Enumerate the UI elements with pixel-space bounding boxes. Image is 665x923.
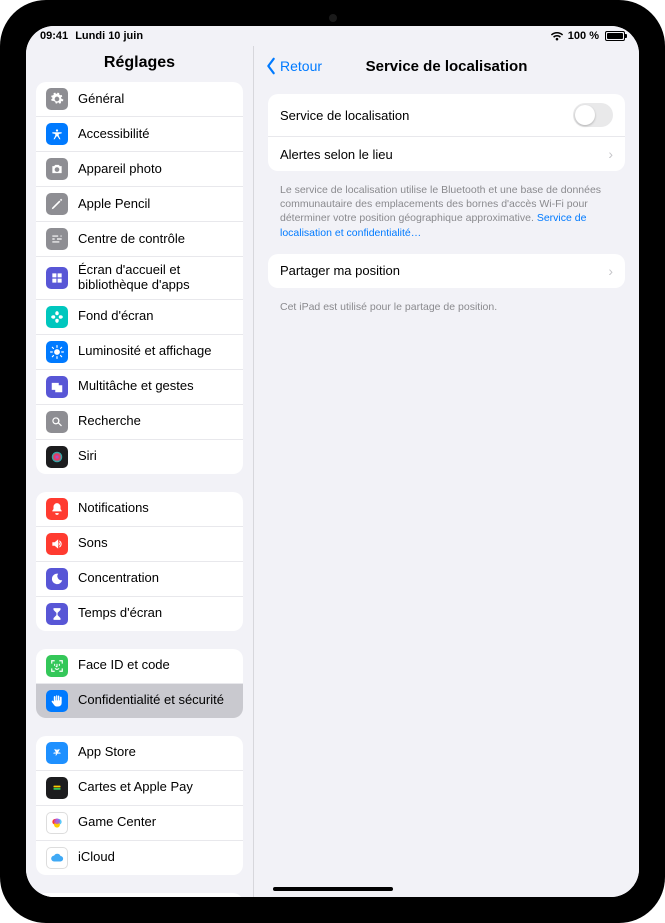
sidebar-item-label: Siri: [78, 449, 233, 464]
sidebar-item-label: Recherche: [78, 414, 233, 429]
sidebar-group: App Store Cartes et Apple Pay Game Center i…: [36, 736, 243, 875]
status-date: Lundi 10 juin: [75, 30, 143, 42]
sidebar-item-siri[interactable]: Siri: [36, 440, 243, 474]
sun-icon: [46, 341, 68, 363]
squares-icon: [46, 376, 68, 398]
sidebar-item-cartes-et-apple-pay[interactable]: Cartes et Apple Pay: [36, 771, 243, 806]
sidebar-item-game-center[interactable]: Game Center: [36, 806, 243, 841]
chevron-right-icon: ›: [608, 146, 613, 162]
location-alerts-label: Alertes selon le lieu: [280, 147, 602, 162]
content-panel: Retour Service de localisation Service d…: [254, 46, 639, 897]
sidebar-item-label: App Store: [78, 745, 233, 760]
flower-icon: [46, 306, 68, 328]
sidebar-title: Réglages: [26, 46, 253, 82]
sidebar-group: Notifications Sons Concentration Temps d'éc…: [36, 492, 243, 631]
sidebar-item-apple-pencil[interactable]: Apple Pencil: [36, 187, 243, 222]
sidebar-item-label: Face ID et code: [78, 658, 233, 673]
grid-icon: [46, 267, 68, 289]
camera-icon: [46, 158, 68, 180]
wallet-icon: [46, 777, 68, 799]
share-location-row[interactable]: Partager ma position ›: [268, 254, 625, 288]
faceid-icon: [46, 655, 68, 677]
sidebar-item-label: Notifications: [78, 501, 233, 516]
sidebar-item-recherche[interactable]: Recherche: [36, 405, 243, 440]
speaker-icon: [46, 533, 68, 555]
chevron-left-icon: [264, 57, 278, 75]
share-location-footer: Cet iPad est utilisé pour le partage de …: [268, 296, 625, 328]
sidebar-item-confidentialite-et-securite[interactable]: Confidentialité et sécurité: [36, 684, 243, 718]
settings-sidebar: Réglages Général Accessibilité Appareil ph…: [26, 46, 254, 897]
content-navbar: Retour Service de localisation: [254, 46, 639, 86]
accessibility-icon: [46, 123, 68, 145]
sidebar-item-label: Concentration: [78, 571, 233, 586]
sidebar-group: Apps: [36, 893, 243, 897]
gamecenter-icon: [46, 812, 68, 834]
sidebar-item-sons[interactable]: Sons: [36, 527, 243, 562]
sidebar-item-label: Luminosité et affichage: [78, 344, 233, 359]
cloud-icon: [46, 847, 68, 869]
status-time: 09:41: [40, 30, 68, 42]
sidebar-item-label: Temps d'écran: [78, 606, 233, 621]
moon-icon: [46, 568, 68, 590]
wifi-icon: [550, 31, 564, 42]
sidebar-item-label: Général: [78, 92, 233, 107]
share-location-group: Partager ma position ›: [268, 254, 625, 288]
location-alerts-row[interactable]: Alertes selon le lieu ›: [268, 137, 625, 171]
sidebar-group: Face ID et code Confidentialité et sécuri…: [36, 649, 243, 718]
appstore-icon: [46, 742, 68, 764]
sidebar-item-label: Appareil photo: [78, 162, 233, 177]
hand-icon: [46, 690, 68, 712]
sidebar-item-luminosite-et-affichage[interactable]: Luminosité et affichage: [36, 335, 243, 370]
sidebar-item-label: Multitâche et gestes: [78, 379, 233, 394]
sidebar-item-appareil-photo[interactable]: Appareil photo: [36, 152, 243, 187]
sidebar-item-label: Game Center: [78, 815, 233, 830]
sidebar-item-label: Cartes et Apple Pay: [78, 780, 233, 795]
hourglass-icon: [46, 603, 68, 625]
sidebar-item-label: Écran d'accueil et bibliothèque d'apps: [78, 263, 233, 293]
sidebar-item-face-id-et-code[interactable]: Face ID et code: [36, 649, 243, 684]
sidebar-item-concentration[interactable]: Concentration: [36, 562, 243, 597]
status-bar: 09:41 Lundi 10 juin 100 %: [26, 26, 639, 46]
sidebar-item-temps-decran[interactable]: Temps d'écran: [36, 597, 243, 631]
sidebar-item-multitache-et-gestes[interactable]: Multitâche et gestes: [36, 370, 243, 405]
sidebar-item-centre-de-controle[interactable]: Centre de contrôle: [36, 222, 243, 257]
sidebar-group: Général Accessibilité Appareil photo Apple …: [36, 82, 243, 474]
battery-icon: [603, 31, 625, 41]
location-services-label: Service de localisation: [280, 108, 573, 123]
sidebar-item-fond-decran[interactable]: Fond d'écran: [36, 300, 243, 335]
search-icon: [46, 411, 68, 433]
sidebar-item-label: Sons: [78, 536, 233, 551]
location-footer-text: Le service de localisation utilise le Bl…: [268, 179, 625, 254]
back-label: Retour: [280, 58, 322, 74]
bell-icon: [46, 498, 68, 520]
sidebar-item-ecran-daccueil-et-bibliotheque-dapps[interactable]: Écran d'accueil et bibliothèque d'apps: [36, 257, 243, 300]
sidebar-item-app-store[interactable]: App Store: [36, 736, 243, 771]
location-services-toggle[interactable]: [573, 103, 613, 127]
location-services-row[interactable]: Service de localisation: [268, 94, 625, 137]
sidebar-item-notifications[interactable]: Notifications: [36, 492, 243, 527]
share-location-label: Partager ma position: [280, 263, 602, 278]
sidebar-item-label: Centre de contrôle: [78, 232, 233, 247]
pencil-icon: [46, 193, 68, 215]
sidebar-item-general[interactable]: Général: [36, 82, 243, 117]
sidebar-item-accessibilite[interactable]: Accessibilité: [36, 117, 243, 152]
chevron-right-icon: ›: [608, 263, 613, 279]
sidebar-item-apps[interactable]: Apps: [36, 893, 243, 897]
back-button[interactable]: Retour: [264, 57, 322, 75]
location-services-group: Service de localisation Alertes selon le…: [268, 94, 625, 171]
home-indicator[interactable]: [273, 887, 393, 891]
sidebar-item-label: Confidentialité et sécurité: [78, 693, 233, 708]
gear-icon: [46, 88, 68, 110]
sidebar-item-label: Fond d'écran: [78, 309, 233, 324]
sidebar-item-label: Accessibilité: [78, 127, 233, 142]
controls-icon: [46, 228, 68, 250]
battery-percent: 100 %: [568, 30, 599, 42]
sidebar-item-label: Apple Pencil: [78, 197, 233, 212]
sidebar-item-icloud[interactable]: iCloud: [36, 841, 243, 875]
sidebar-item-label: iCloud: [78, 850, 233, 865]
siri-icon: [46, 446, 68, 468]
